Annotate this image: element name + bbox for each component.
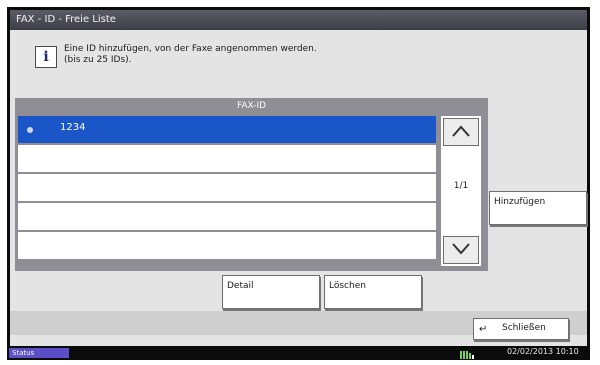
- window-title: FAX - ID - Freie Liste: [10, 10, 587, 30]
- selected-bullet-icon: [27, 127, 33, 133]
- page-indicator: 1/1: [453, 181, 469, 191]
- close-button-label: Schließen: [502, 323, 546, 333]
- close-button[interactable]: ↵ Schließen: [473, 318, 569, 340]
- info-message-line-1: Eine ID hinzufügen, von der Faxe angenom…: [64, 44, 317, 54]
- return-arrow-icon: ↵: [479, 324, 488, 335]
- list-scroller: 1/1: [441, 116, 481, 266]
- list-row-1[interactable]: 1234: [18, 116, 436, 145]
- info-message-line-2: (bis zu 25 IDs).: [64, 55, 132, 65]
- fax-id-list: 1234: [18, 116, 436, 264]
- add-button[interactable]: Hinzufügen: [489, 191, 587, 225]
- delete-button[interactable]: Löschen: [324, 275, 422, 309]
- chevron-up-icon: [452, 125, 470, 137]
- fax-id-list-panel: FAX-ID 1234 1/1: [15, 98, 488, 271]
- info-icon: i: [35, 46, 57, 68]
- list-row-2[interactable]: [18, 145, 436, 174]
- chevron-down-icon: [452, 243, 470, 255]
- list-header: FAX-ID: [236, 101, 267, 111]
- list-row-4[interactable]: [18, 203, 436, 232]
- list-row-5[interactable]: [18, 232, 436, 261]
- status-strip: [7, 346, 590, 360]
- scroll-up-button[interactable]: [443, 118, 479, 146]
- scroll-down-button[interactable]: [443, 236, 479, 264]
- date-time: 02/02/2013 10:10: [507, 347, 579, 356]
- info-message: Eine ID hinzufügen, von der Faxe angenom…: [64, 44, 317, 66]
- signal-bars-icon: [460, 348, 475, 359]
- list-row-text: 1234: [60, 122, 86, 133]
- detail-button[interactable]: Detail: [222, 275, 320, 309]
- status-button[interactable]: Status: [9, 348, 69, 358]
- list-row-3[interactable]: [18, 174, 436, 203]
